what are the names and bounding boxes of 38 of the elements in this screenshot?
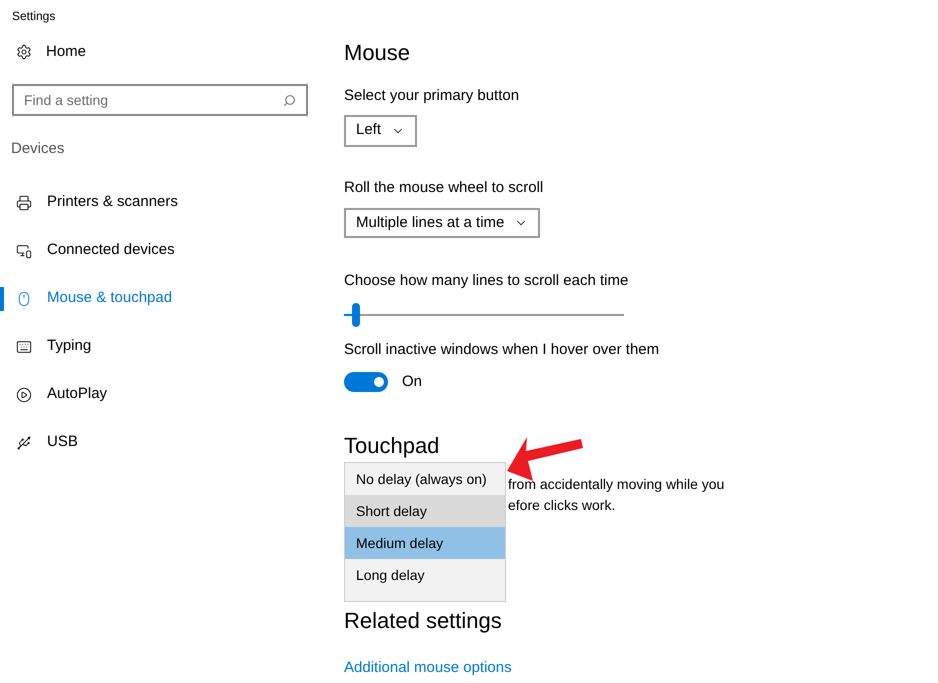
- lines-slider[interactable]: [344, 302, 624, 326]
- description-text: from accidentally moving while you: [508, 474, 724, 494]
- printer-icon: [16, 194, 32, 210]
- setting-label: Select your primary button: [344, 86, 520, 106]
- sidebar-item[interactable]: Typing: [47, 335, 92, 358]
- search-field[interactable]: Find a setting: [12, 84, 308, 116]
- mouse-icon: [16, 290, 32, 306]
- window-title: Settings: [12, 8, 56, 25]
- toggle-state: On: [402, 372, 422, 392]
- setting-label: Scroll inactive windows when I hover over them: [344, 340, 660, 360]
- section-label: Devices: [11, 139, 64, 159]
- description-text: efore clicks work.: [508, 496, 616, 514]
- sidebar-item[interactable]: Connected devices: [47, 239, 175, 262]
- search-icon: [283, 94, 296, 106]
- devices-icon: [16, 242, 32, 258]
- play-circle-icon: [16, 386, 32, 402]
- sidebar-item[interactable]: Printers & scanners: [47, 191, 178, 214]
- home-link[interactable]: Home: [46, 40, 86, 64]
- search-input[interactable]: Find a setting: [24, 90, 244, 110]
- primary-button-dropdown[interactable]: Left: [344, 114, 418, 146]
- additional-mouse-options-link[interactable]: Additional mouse options: [344, 656, 512, 679]
- sidebar-item[interactable]: USB: [47, 431, 78, 454]
- toggle-switch[interactable]: [344, 372, 388, 392]
- section-heading: Touchpad: [344, 434, 440, 458]
- menu-item[interactable]: Short delay: [345, 495, 505, 527]
- menu-item[interactable]: Medium delay: [345, 527, 505, 559]
- keyboard-icon: [16, 338, 32, 354]
- section-heading: Mouse: [344, 39, 410, 67]
- sidebar-item[interactable]: Mouse & touchpad: [47, 287, 172, 310]
- menu-item[interactable]: No delay (always on): [345, 463, 505, 495]
- section-heading: Related settings: [344, 606, 502, 635]
- usb-icon: [16, 434, 32, 450]
- menu-item[interactable]: Long delay: [345, 559, 505, 591]
- settings-icon: [16, 44, 32, 60]
- setting-label: Roll the mouse wheel to scroll: [344, 178, 544, 198]
- setting-label: Choose how many lines to scroll each time: [344, 271, 628, 291]
- scroll-mode-dropdown[interactable]: Multiple lines at a time: [344, 208, 540, 238]
- sidebar-item[interactable]: AutoPlay: [47, 383, 108, 406]
